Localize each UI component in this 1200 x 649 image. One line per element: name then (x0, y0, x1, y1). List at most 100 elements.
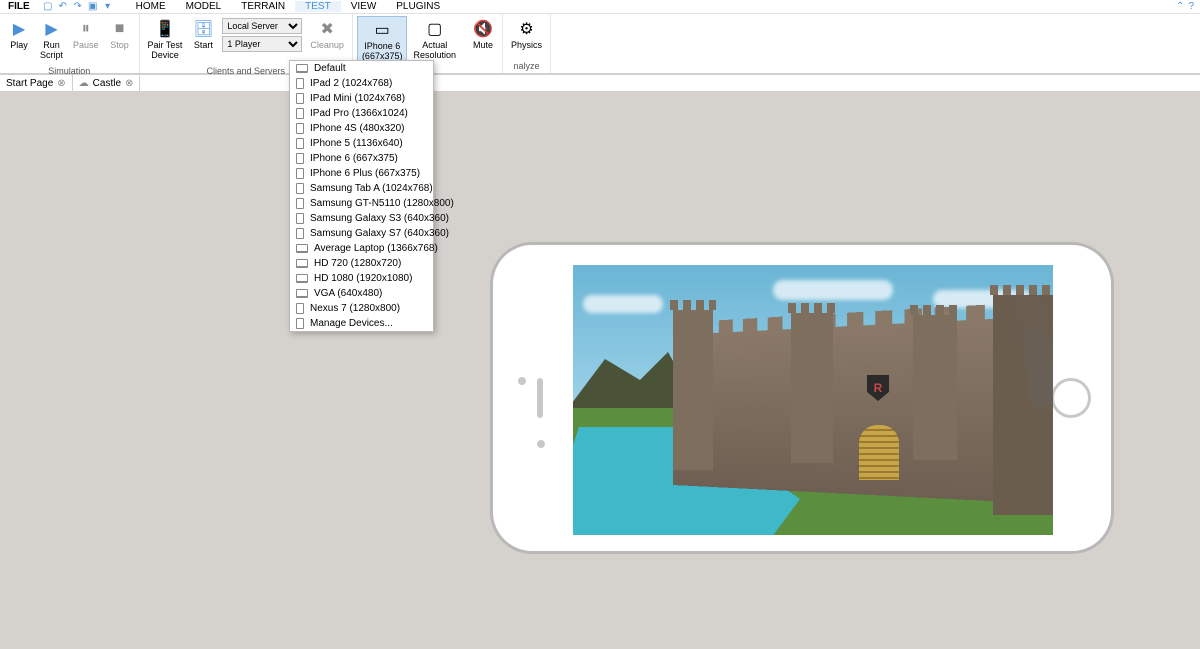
game-viewport[interactable]: R (573, 265, 1053, 535)
device-portrait-icon (296, 138, 304, 149)
device-item[interactable]: IPhone 5 (1136x640) (290, 136, 433, 151)
pair-device-icon: 📱 (154, 18, 176, 40)
stop-button: ■ Stop (105, 16, 135, 53)
server-select[interactable]: Local Server (222, 18, 302, 34)
quick-access-toolbar: ▢ ↶ ↷ ▣ ▾ (38, 1, 118, 13)
play-button[interactable]: ▶ Play (4, 16, 34, 53)
start-server-button[interactable]: 🗄 Start (188, 16, 218, 53)
device-item-label: IPhone 4S (480x320) (310, 123, 405, 134)
device-selector-button[interactable]: ▭ IPhone 6 (667x375) (357, 16, 408, 65)
smoke (1015, 285, 1053, 405)
qat-new-icon[interactable]: ▢ (42, 1, 54, 13)
device-item-label: Average Laptop (1366x768) (314, 243, 438, 254)
device-item-label: IPhone 5 (1136x640) (310, 138, 403, 149)
device-item[interactable]: Samsung Galaxy S3 (640x360) (290, 211, 433, 226)
device-portrait-icon (296, 198, 304, 209)
file-menu[interactable]: FILE (0, 1, 38, 12)
close-icon[interactable]: ⊗ (125, 78, 133, 89)
castle-tower (993, 295, 1053, 515)
phone-sensor-icon (537, 440, 545, 448)
castle-gate (859, 425, 899, 480)
device-item[interactable]: IPad Pro (1366x1024) (290, 106, 433, 121)
play-icon: ▶ (8, 18, 30, 40)
device-item[interactable]: IPhone 6 Plus (667x375) (290, 166, 433, 181)
qat-undo-icon[interactable]: ↶ (57, 1, 69, 13)
device-item-default[interactable]: Default (290, 61, 433, 76)
cleanup-label: Cleanup (310, 41, 344, 51)
run-script-icon: ▶ (41, 18, 63, 40)
doctab-start-page[interactable]: Start Page ⊗ (0, 75, 73, 91)
device-item-label: Samsung Galaxy S7 (640x360) (310, 228, 449, 239)
device-item-label: IPad Pro (1366x1024) (310, 108, 408, 119)
doctab-castle[interactable]: ☁ Castle ⊗ (73, 75, 141, 91)
group-audio: 🔇 Mute (464, 14, 503, 73)
device-item[interactable]: Nexus 7 (1280x800) (290, 301, 433, 316)
phone-camera-icon (518, 377, 526, 385)
cloud (583, 295, 663, 313)
player-select[interactable]: 1 Player (222, 36, 302, 52)
device-item-label: IPad Mini (1024x768) (310, 93, 405, 104)
tab-test[interactable]: TEST (295, 1, 341, 12)
device-item[interactable]: VGA (640x480) (290, 286, 433, 301)
device-portrait-icon (296, 168, 304, 179)
monitor-icon (296, 259, 308, 268)
physics-icon: ⚙ (516, 18, 538, 40)
pause-label: Pause (73, 41, 99, 51)
qat-select-icon[interactable]: ▣ (87, 1, 99, 13)
tab-terrain[interactable]: TERRAIN (231, 1, 295, 12)
device-item[interactable]: IPad Mini (1024x768) (290, 91, 433, 106)
device-item[interactable]: Samsung GT-N5110 (1280x800) (290, 196, 433, 211)
device-portrait-icon (296, 108, 304, 119)
device-item-label: VGA (640x480) (314, 288, 382, 299)
device-portrait-icon (296, 93, 304, 104)
device-item-label: Samsung GT-N5110 (1280x800) (310, 198, 454, 209)
pause-button: ⏸ Pause (69, 16, 103, 53)
close-icon[interactable]: ⊗ (57, 78, 65, 89)
phone-home-button[interactable] (1051, 378, 1091, 418)
device-item[interactable]: Samsung Tab A (1024x768) (290, 181, 433, 196)
physics-button[interactable]: ⚙ Physics (507, 16, 546, 53)
group-simulation: ▶ Play ▶ Run Script ⏸ Pause ■ Stop Simul… (0, 14, 140, 73)
group-analyze-label: nalyze (503, 60, 550, 73)
device-item[interactable]: IPad 2 (1024x768) (290, 76, 433, 91)
cloud-icon: ☁ (79, 78, 89, 89)
mute-button[interactable]: 🔇 Mute (468, 16, 498, 53)
scene-3d: R (573, 265, 1053, 535)
device-item-label: Samsung Galaxy S3 (640x360) (310, 213, 449, 224)
device-item[interactable]: IPhone 6 (667x375) (290, 151, 433, 166)
castle-tower (673, 310, 713, 470)
qat-more-icon[interactable]: ▾ (102, 1, 114, 13)
phone-speaker-icon (537, 378, 543, 418)
tab-model[interactable]: MODEL (176, 1, 232, 12)
device-item[interactable]: HD 720 (1280x720) (290, 256, 433, 271)
device-portrait-icon (296, 183, 304, 194)
tab-home[interactable]: HOME (126, 1, 176, 12)
doctab-start-label: Start Page (6, 78, 53, 89)
help-icon[interactable]: ? (1188, 1, 1194, 12)
tab-view[interactable]: VIEW (341, 1, 387, 12)
device-item-label: Default (314, 63, 346, 74)
device-item[interactable]: Samsung Galaxy S7 (640x360) (290, 226, 433, 241)
doctab-castle-label: Castle (93, 78, 121, 89)
device-label: IPhone 6 (667x375) (362, 42, 403, 62)
device-item[interactable]: IPhone 4S (480x320) (290, 121, 433, 136)
device-item-manage[interactable]: Manage Devices... (290, 316, 433, 331)
tab-plugins[interactable]: PLUGINS (386, 1, 450, 12)
device-portrait-icon (296, 228, 304, 239)
device-item[interactable]: Average Laptop (1366x768) (290, 241, 433, 256)
device-item-label: Samsung Tab A (1024x768) (310, 183, 433, 194)
monitor-icon (296, 64, 308, 73)
resolution-button[interactable]: ▢ Actual Resolution (409, 16, 460, 63)
run-script-button[interactable]: ▶ Run Script (36, 16, 67, 63)
pair-test-device-button[interactable]: 📱 Pair Test Device (144, 16, 187, 63)
mute-label: Mute (473, 41, 493, 51)
device-portrait-icon (296, 213, 304, 224)
device-item[interactable]: HD 1080 (1920x1080) (290, 271, 433, 286)
resolution-icon: ▢ (424, 18, 446, 40)
group-audio-label (464, 60, 502, 73)
cleanup-button: ✖ Cleanup (306, 16, 348, 53)
qat-redo-icon[interactable]: ↷ (72, 1, 84, 13)
device-item-label: IPhone 6 (667x375) (310, 153, 398, 164)
collapse-ribbon-icon[interactable]: ⌃ (1176, 1, 1184, 12)
pause-icon: ⏸ (75, 18, 97, 40)
